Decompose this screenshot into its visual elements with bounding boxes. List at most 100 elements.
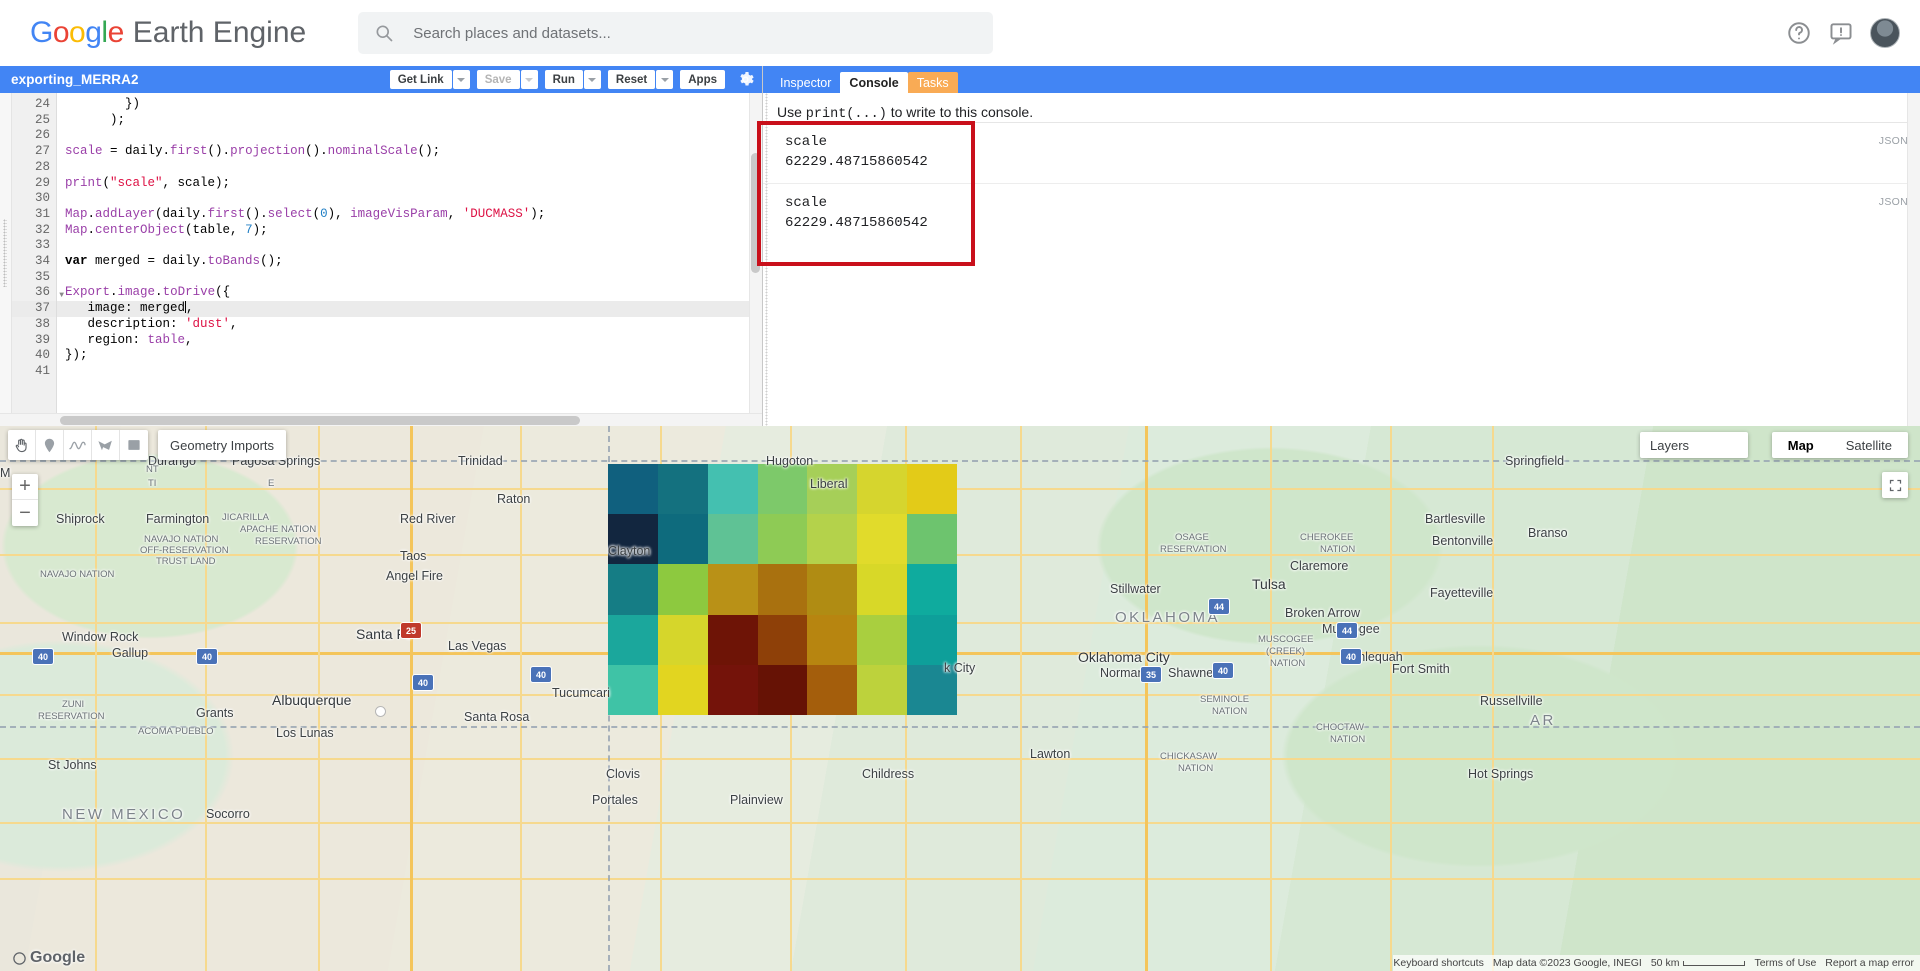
- highway-shield-i40-e: 40: [1212, 662, 1234, 679]
- code-line[interactable]: var merged = daily.toBands();: [57, 254, 762, 270]
- google-wordmark: Google: [30, 16, 124, 49]
- map-place-label: Las Vegas: [448, 639, 507, 653]
- raster-cell: [757, 464, 808, 515]
- console-vertical-scrollbar[interactable]: [1907, 93, 1920, 426]
- code-text[interactable]: }) ); scale = daily.first().projection()…: [57, 93, 762, 413]
- editor-vertical-scrollbar[interactable]: [749, 93, 762, 413]
- reset-button[interactable]: Reset: [607, 70, 656, 89]
- console-log-row[interactable]: scale 62229.48715860542 JSON: [763, 122, 1920, 183]
- code-line[interactable]: description: 'dust',: [57, 317, 762, 333]
- keyboard-shortcuts-link[interactable]: Keyboard shortcuts: [1393, 957, 1483, 969]
- raster-cell: [807, 564, 858, 615]
- point-tool[interactable]: [36, 430, 64, 460]
- code-line[interactable]: }): [57, 97, 762, 113]
- editor-hscroll-thumb[interactable]: [60, 416, 580, 425]
- highway-shield-i44-b: 44: [1336, 622, 1358, 639]
- line-number: 26: [34, 128, 50, 143]
- apps-button[interactable]: Apps: [680, 70, 725, 89]
- report-map-error-link[interactable]: Report a map error: [1825, 957, 1914, 969]
- map-place-label: OFF-RESERVATION: [140, 545, 229, 556]
- line-number: 37: [12, 301, 56, 317]
- maptype-map[interactable]: Map: [1772, 432, 1830, 458]
- gear-icon[interactable]: [736, 70, 756, 90]
- get-link-button[interactable]: Get Link: [389, 70, 452, 89]
- line-number: 27: [34, 144, 50, 159]
- map-place-label: Hot Springs: [1468, 767, 1534, 781]
- editor-vscroll-thumb[interactable]: [751, 153, 760, 273]
- zoom-out-button[interactable]: −: [12, 500, 38, 526]
- map-place-label: Shiprock: [56, 512, 105, 526]
- pan-tool[interactable]: [8, 430, 36, 460]
- console-log-row[interactable]: scale 62229.48715860542 JSON: [763, 182, 1920, 244]
- code-line[interactable]: Map.centerObject(table, 7);: [57, 223, 762, 239]
- save-button[interactable]: Save: [476, 70, 520, 89]
- tab-console[interactable]: Console: [840, 72, 908, 93]
- code-line[interactable]: [57, 128, 762, 144]
- raster-cell: [907, 464, 957, 515]
- map-place-label: Hugoton: [766, 454, 814, 468]
- terms-of-use-link[interactable]: Terms of Use: [1754, 957, 1816, 969]
- zoom-in-button[interactable]: +: [12, 474, 38, 500]
- run-dropdown[interactable]: [583, 70, 601, 89]
- save-dropdown[interactable]: [520, 70, 538, 89]
- line-number: 41: [34, 363, 50, 378]
- tab-tasks[interactable]: Tasks: [907, 72, 958, 93]
- raster-cell: [608, 464, 658, 515]
- console-tabs: Inspector Console Tasks: [763, 66, 1920, 93]
- code-line[interactable]: [57, 364, 762, 380]
- code-line[interactable]: scale = daily.first().projection().nomin…: [57, 144, 762, 160]
- map-point-marker[interactable]: [375, 706, 386, 717]
- code-line[interactable]: image: merged,: [57, 301, 762, 317]
- code-line[interactable]: Map.addLayer(daily.first().select(0), im…: [57, 207, 762, 223]
- code-line[interactable]: });: [57, 348, 762, 364]
- google-logo-text: Google: [30, 949, 86, 966]
- console-log-text: scale 62229.48715860542: [785, 134, 928, 171]
- tab-inspector[interactable]: Inspector: [771, 72, 840, 93]
- json-link[interactable]: JSON: [1879, 196, 1908, 208]
- earth-engine-logo[interactable]: Google Earth Engine: [30, 16, 306, 50]
- console-hint: Use print(...) to write to this console.: [763, 93, 1920, 122]
- maptype-satellite[interactable]: Satellite: [1830, 432, 1908, 458]
- layers-button[interactable]: Layers: [1640, 432, 1748, 458]
- search-input[interactable]: [413, 24, 978, 42]
- raster-cell: [857, 514, 908, 565]
- code-line[interactable]: [57, 191, 762, 207]
- feedback-icon[interactable]: [1828, 20, 1854, 46]
- raster-cell: [757, 614, 808, 665]
- code-line[interactable]: [57, 160, 762, 176]
- line-number: 30: [34, 191, 50, 206]
- code-line[interactable]: print("scale", scale);: [57, 176, 762, 192]
- raster-cell: [608, 614, 658, 665]
- map-place-label: NATION: [1178, 763, 1214, 774]
- code-line[interactable]: Export.image.toDrive({: [57, 285, 762, 301]
- run-button[interactable]: Run: [544, 70, 583, 89]
- map-place-label: Broken Arrow: [1285, 606, 1361, 620]
- reset-dropdown[interactable]: [656, 70, 674, 89]
- help-icon[interactable]: [1786, 20, 1812, 46]
- editor-toolbar: exporting_MERRA2 Get Link Save Run Reset: [0, 66, 762, 93]
- polygon-tool[interactable]: [92, 430, 120, 460]
- map-canvas[interactable]: Durango Pagosa Springs Trinidad Hugoton Spri…: [0, 426, 1920, 971]
- rectangle-tool[interactable]: [120, 430, 148, 460]
- raster-cell: [907, 564, 957, 615]
- map-place-label: ZUNI: [62, 699, 85, 710]
- raster-cell: [608, 564, 658, 615]
- line-tool[interactable]: [64, 430, 92, 460]
- map-place-label: TRUST LAND: [156, 556, 216, 567]
- map-place-label: Childress: [862, 767, 915, 781]
- search-bar[interactable]: [358, 12, 994, 54]
- editor-horizontal-scrollbar[interactable]: [0, 413, 762, 426]
- geometry-imports-button[interactable]: Geometry Imports: [158, 430, 287, 460]
- map-place-label: Taos: [400, 549, 427, 563]
- fullscreen-icon[interactable]: [1882, 472, 1908, 498]
- get-link-dropdown[interactable]: [452, 70, 470, 89]
- map-place-label: CHICKASAW: [1160, 751, 1218, 762]
- pane-drag-handle[interactable]: [0, 93, 12, 413]
- code-line[interactable]: region: table,: [57, 333, 762, 349]
- code-area[interactable]: 24 25 26 27 28 29 30 31 32 33 34 35 36 ▼ 37 38 39 40 41 })…: [0, 93, 762, 413]
- json-link[interactable]: JSON: [1879, 135, 1908, 147]
- avatar[interactable]: [1870, 18, 1900, 48]
- code-line[interactable]: [57, 270, 762, 286]
- code-line[interactable]: [57, 238, 762, 254]
- code-line[interactable]: );: [57, 113, 762, 129]
